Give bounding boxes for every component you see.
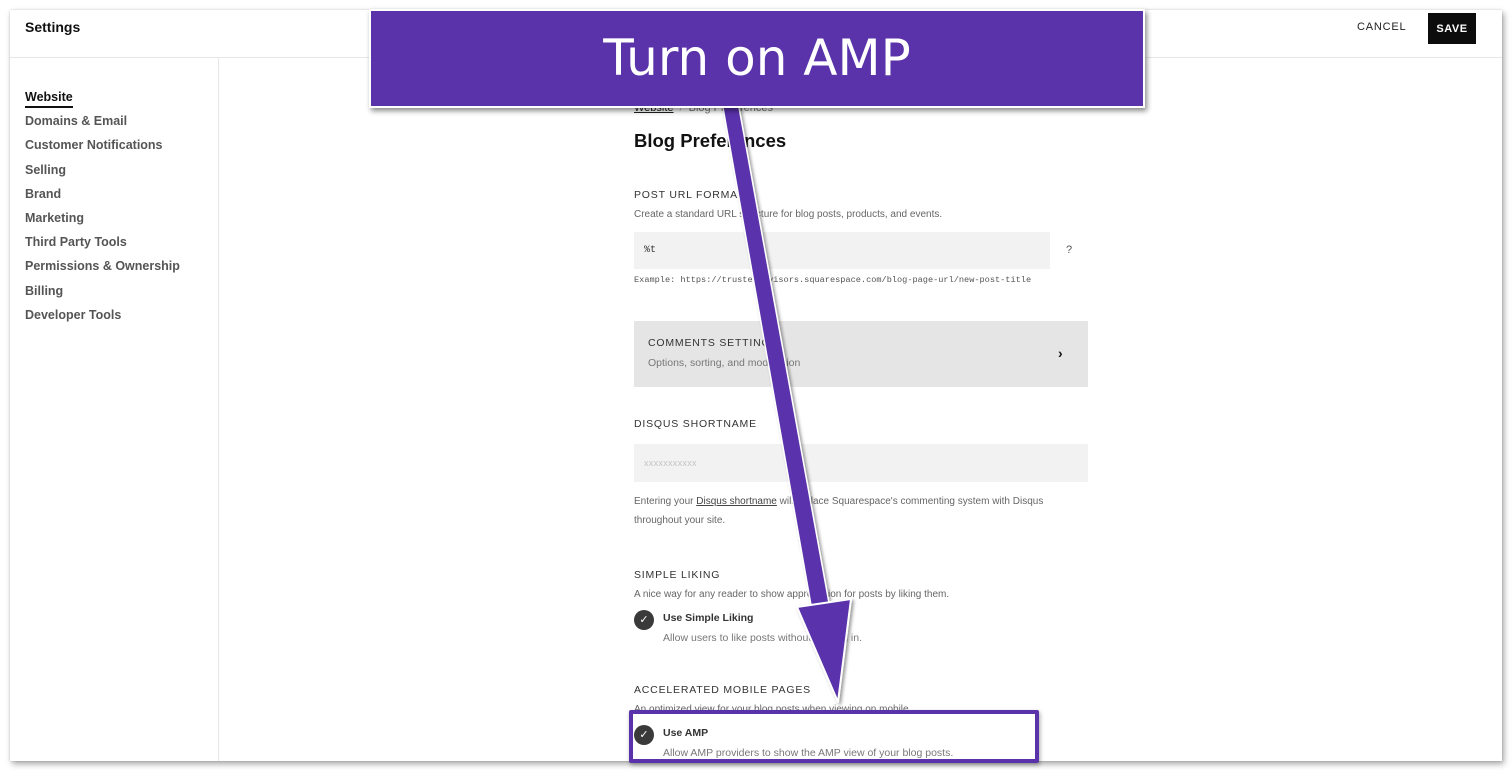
- amp-section: ACCELERATED MOBILE PAGES An optimized vi…: [634, 684, 1088, 761]
- post-url-example: Example: https://trustedadvisors.squares…: [634, 275, 1032, 285]
- disqus-section: DISQUS SHORTNAME Entering your Disqus sh…: [634, 418, 1088, 530]
- comments-settings-button[interactable]: COMMENTS SETTINGS Options, sorting, and …: [634, 321, 1088, 387]
- post-url-section: POST URL FORMAT Create a standard URL st…: [634, 189, 1088, 285]
- checkmark-icon: ✓: [634, 610, 654, 630]
- sidebar-item-label: Website: [25, 90, 73, 108]
- comments-settings-title: COMMENTS SETTINGS: [648, 337, 779, 349]
- cancel-button[interactable]: CANCEL: [1357, 13, 1406, 42]
- post-url-label: POST URL FORMAT: [634, 189, 745, 201]
- sidebar-item-developer-tools[interactable]: Developer Tools: [25, 306, 180, 330]
- settings-sidebar: Website Domains & Email Customer Notific…: [10, 58, 219, 761]
- disqus-label: DISQUS SHORTNAME: [634, 418, 757, 430]
- sidebar-item-marketing[interactable]: Marketing: [25, 209, 180, 233]
- sidebar-item-brand[interactable]: Brand: [25, 185, 180, 209]
- use-simple-liking-description: Allow users to like posts without loggin…: [663, 632, 863, 644]
- disqus-shortname-link[interactable]: Disqus shortname: [696, 496, 777, 507]
- use-amp-description: Allow AMP providers to show the AMP view…: [663, 747, 954, 759]
- disqus-note: Entering your Disqus shortname will repl…: [634, 492, 1088, 530]
- save-button[interactable]: SAVE: [1428, 13, 1476, 44]
- use-simple-liking-checkbox[interactable]: ✓ Use Simple Liking Allow users to like …: [634, 610, 1088, 650]
- sidebar-item-selling[interactable]: Selling: [25, 161, 180, 185]
- help-icon[interactable]: ?: [1066, 244, 1072, 256]
- amp-label: ACCELERATED MOBILE PAGES: [634, 684, 811, 696]
- sidebar-item-customer-notifications[interactable]: Customer Notifications: [25, 136, 180, 160]
- annotation-banner: Turn on AMP: [369, 9, 1145, 108]
- amp-description: An optimized view for your blog posts wh…: [634, 704, 912, 715]
- sidebar-item-permissions-ownership[interactable]: Permissions & Ownership: [25, 257, 180, 281]
- use-amp-checkbox[interactable]: ✓ Use AMP Allow AMP providers to show th…: [634, 725, 1088, 761]
- sidebar-item-third-party-tools[interactable]: Third Party Tools: [25, 233, 180, 257]
- main-panel: Website / Blog Preferences Blog Preference…: [220, 58, 1502, 761]
- simple-liking-label: SIMPLE LIKING: [634, 569, 721, 581]
- page-title: Blog Preferences: [634, 130, 787, 151]
- post-url-description: Create a standard URL structure for blog…: [634, 209, 943, 220]
- checkmark-icon: ✓: [634, 725, 654, 745]
- use-simple-liking-title: Use Simple Liking: [663, 612, 754, 624]
- simple-liking-section: SIMPLE LIKING A nice way for any reader …: [634, 569, 1088, 650]
- blog-preferences-content: Website / Blog Preferences Blog Preference…: [634, 102, 1088, 759]
- comments-settings-subtitle: Options, sorting, and moderation: [648, 357, 801, 369]
- post-url-input[interactable]: [634, 232, 1050, 269]
- sidebar-item-domains-email[interactable]: Domains & Email: [25, 112, 180, 136]
- sidebar-item-website[interactable]: Website: [25, 88, 180, 112]
- use-amp-title: Use AMP: [663, 727, 709, 739]
- chevron-right-icon: ›: [1058, 345, 1063, 361]
- disqus-note-prefix: Entering your: [634, 496, 697, 507]
- disqus-shortname-input[interactable]: [634, 444, 1088, 482]
- settings-title: Settings: [25, 19, 81, 35]
- settings-window: Settings CANCEL SAVE Website Domains & E…: [10, 10, 1502, 761]
- sidebar-item-billing[interactable]: Billing: [25, 282, 180, 306]
- simple-liking-description: A nice way for any reader to show apprec…: [634, 589, 950, 600]
